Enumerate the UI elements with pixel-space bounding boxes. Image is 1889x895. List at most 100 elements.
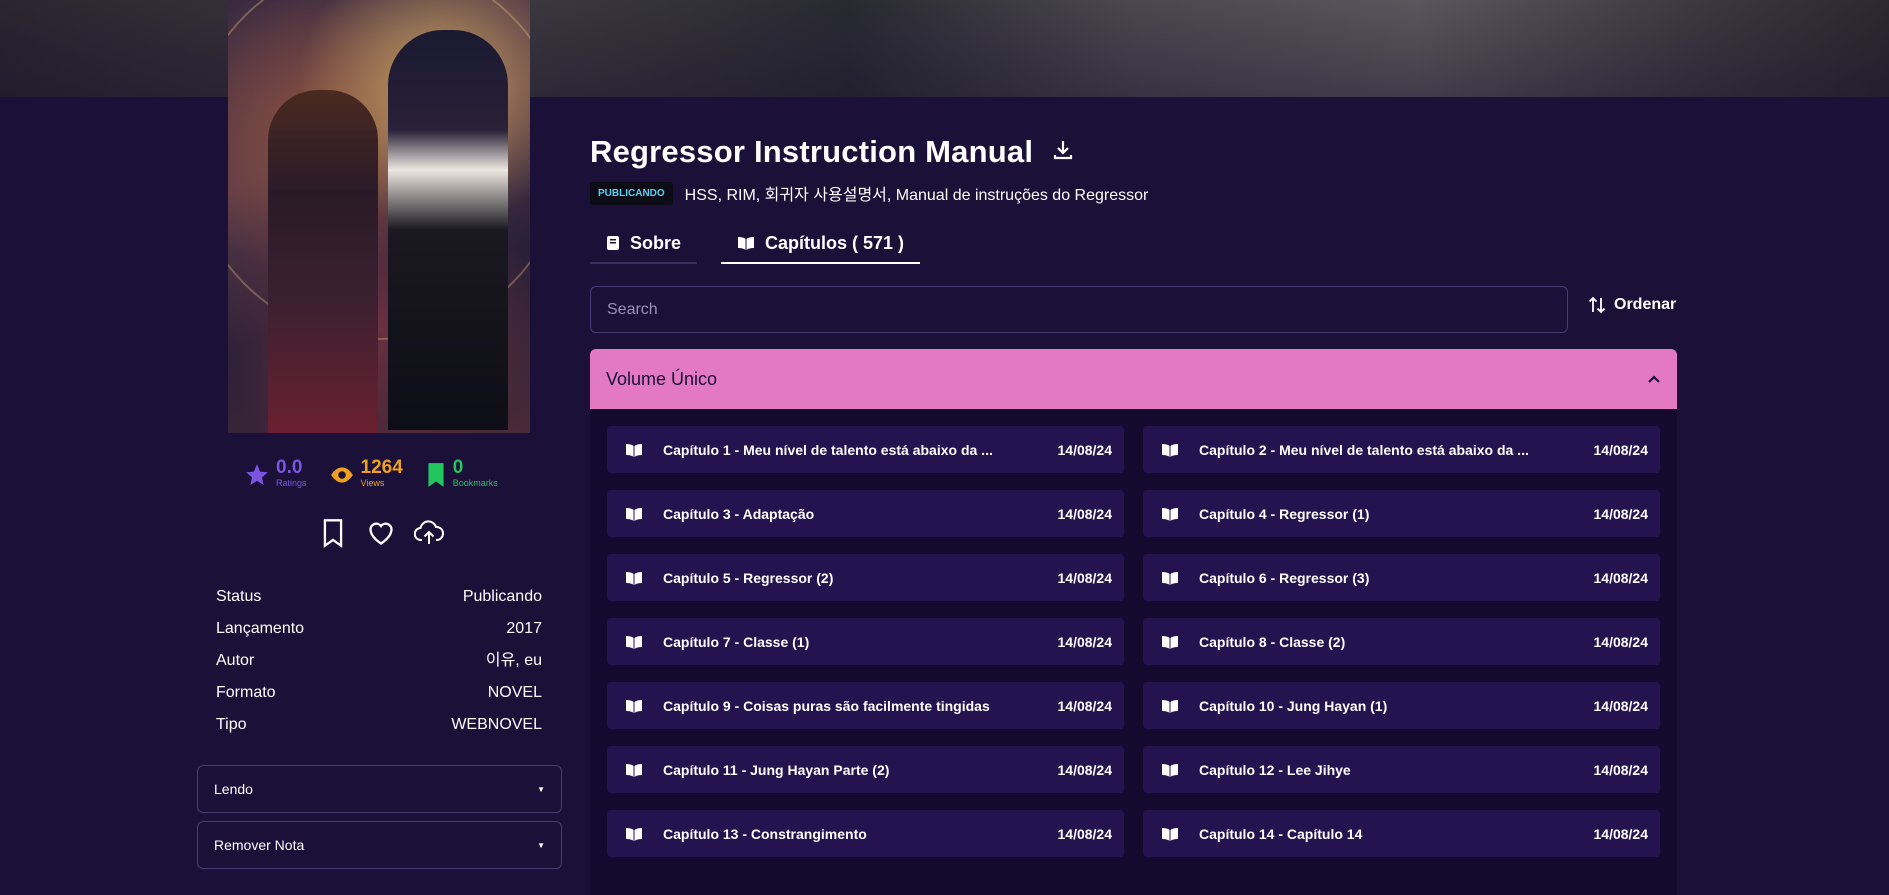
search-input[interactable]: [590, 286, 1568, 333]
chapter-title: Capítulo 7 - Classe (1): [663, 633, 810, 650]
chapter-item[interactable]: Capítulo 8 - Classe (2) 14/08/24: [1143, 618, 1660, 665]
tab-chapters-label: Capítulos ( 571 ): [765, 232, 905, 253]
chapter-date: 14/08/24: [1057, 633, 1113, 650]
chapter-title: Capítulo 14 - Capítulo 14: [1199, 825, 1363, 842]
open-book-icon: [1162, 571, 1178, 585]
cover-image[interactable]: [228, 0, 530, 433]
chapter-icon: [1161, 506, 1181, 522]
open-book-icon: [626, 635, 642, 649]
chapter-item[interactable]: Capítulo 5 - Regressor (2) 14/08/24: [607, 554, 1124, 601]
chapter-date: 14/08/24: [1057, 505, 1113, 522]
favorite-button[interactable]: [366, 518, 396, 548]
info-value: 이유, eu: [485, 652, 542, 669]
chapter-icon: [625, 762, 645, 778]
chapter-date: 14/08/24: [1057, 441, 1113, 458]
upload-button[interactable]: [414, 518, 444, 548]
stats-bar: 0.0 Ratings 1264 Views 0 Bookmarks: [244, 458, 514, 492]
open-book-icon: [626, 443, 642, 457]
bookmark-add-button[interactable]: [318, 518, 348, 548]
info-value: 2017: [506, 620, 542, 637]
title-row: Regressor Instruction Manual: [590, 134, 1075, 170]
sort-label: Ordenar: [1614, 296, 1677, 313]
info-row-release: Lançamento 2017: [216, 616, 542, 648]
chapter-icon: [625, 506, 645, 522]
stat-bookmarks: 0 Bookmarks: [425, 458, 498, 492]
chapter-title: Capítulo 5 - Regressor (2): [663, 569, 834, 586]
chapter-item[interactable]: Capítulo 10 - Jung Hayan (1) 14/08/24: [1143, 682, 1660, 729]
volume-header[interactable]: Volume Único: [590, 349, 1677, 409]
chapter-title: Capítulo 4 - Regressor (1): [1199, 505, 1370, 522]
chapter-item[interactable]: Capítulo 14 - Capítulo 14 14/08/24: [1143, 810, 1660, 857]
info-value: WEBNOVEL: [451, 716, 542, 733]
chapter-item[interactable]: Capítulo 13 - Constrangimento 14/08/24: [607, 810, 1124, 857]
chapter-title: Capítulo 9 - Coisas puras são facilmente…: [663, 697, 990, 714]
info-row-type: Tipo WEBNOVEL: [216, 712, 542, 744]
ratings-label: Ratings: [276, 478, 307, 488]
sort-button[interactable]: Ordenar: [1588, 296, 1676, 314]
chapter-item[interactable]: Capítulo 6 - Regressor (3) 14/08/24: [1143, 554, 1660, 601]
stat-ratings: 0.0 Ratings: [244, 458, 307, 492]
chapter-icon: [625, 634, 645, 650]
subtitle-row: PUBLICANDO HSS, RIM, 회귀자 사용설명서, Manual d…: [590, 181, 1148, 205]
chapter-date: 14/08/24: [1593, 505, 1649, 522]
reading-status-select[interactable]: Lendo ▼: [197, 765, 562, 813]
chapter-date: 14/08/24: [1593, 633, 1649, 650]
chapter-item[interactable]: Capítulo 2 - Meu nível de talento está a…: [1143, 426, 1660, 473]
tab-bar: Sobre Capítulos ( 571 ): [590, 224, 921, 264]
chapter-item[interactable]: Capítulo 12 - Lee Jihye 14/08/24: [1143, 746, 1660, 793]
cloud-upload-icon: [414, 520, 444, 544]
download-button[interactable]: [1051, 138, 1075, 167]
open-book-icon: [626, 763, 642, 777]
open-book-icon: [626, 699, 642, 713]
chapter-date: 14/08/24: [1593, 569, 1649, 586]
chapter-title: Capítulo 6 - Regressor (3): [1199, 569, 1370, 586]
chapter-icon: [1161, 762, 1181, 778]
info-value: NOVEL: [487, 684, 542, 701]
info-list: Status Publicando Lançamento 2017 Autor …: [216, 584, 542, 744]
chapter-title: Capítulo 12 - Lee Jihye: [1199, 761, 1351, 778]
chapter-icon: [625, 698, 645, 714]
page-title: Regressor Instruction Manual: [590, 134, 1034, 169]
chapter-title: Capítulo 2 - Meu nível de talento está a…: [1199, 441, 1529, 458]
rating-select-value: Remover Nota: [214, 837, 305, 853]
eye-icon: [330, 467, 353, 483]
open-book-icon: [1162, 443, 1178, 457]
reading-status-value: Lendo: [214, 781, 253, 797]
chapter-icon: [625, 442, 645, 458]
chapter-item[interactable]: Capítulo 7 - Classe (1) 14/08/24: [607, 618, 1124, 665]
bookmarks-label: Bookmarks: [452, 478, 498, 488]
chapter-date: 14/08/24: [1593, 825, 1649, 842]
open-book-icon: [1162, 827, 1178, 841]
chapter-item[interactable]: Capítulo 1 - Meu nível de talento está a…: [607, 426, 1124, 473]
chapter-date: 14/08/24: [1057, 569, 1113, 586]
caret-down-icon: ▼: [537, 784, 545, 794]
open-book-icon: [626, 507, 642, 521]
chapter-item[interactable]: Capítulo 11 - Jung Hayan Parte (2) 14/08/…: [607, 746, 1124, 793]
sort-arrows-icon: [1588, 296, 1606, 314]
chapter-icon: [625, 570, 645, 586]
tab-chapters[interactable]: Capítulos ( 571 ): [721, 224, 921, 264]
chapter-date: 14/08/24: [1057, 761, 1113, 778]
views-label: Views: [360, 478, 385, 488]
volume-title: Volume Único: [606, 368, 718, 389]
chapter-item[interactable]: Capítulo 9 - Coisas puras são facilmente…: [607, 682, 1124, 729]
views-value: 1264: [360, 457, 403, 478]
chapter-item[interactable]: Capítulo 3 - Adaptação 14/08/24: [607, 490, 1124, 537]
chapter-icon: [1161, 826, 1181, 842]
open-book-icon: [738, 237, 755, 250]
chapter-title: Capítulo 3 - Adaptação: [663, 505, 815, 522]
tab-about[interactable]: Sobre: [590, 224, 698, 264]
chapter-title: Capítulo 1 - Meu nível de talento está a…: [663, 441, 993, 458]
stat-views: 1264 Views: [329, 458, 403, 492]
chapter-icon: [1161, 634, 1181, 650]
rating-select[interactable]: Remover Nota ▼: [197, 821, 562, 869]
chapter-title: Capítulo 13 - Constrangimento: [663, 825, 867, 842]
chapter-date: 14/08/24: [1057, 697, 1113, 714]
chapter-date: 14/08/24: [1593, 761, 1649, 778]
status-badge: PUBLICANDO: [590, 181, 673, 205]
chapter-item[interactable]: Capítulo 4 - Regressor (1) 14/08/24: [1143, 490, 1660, 537]
open-book-icon: [1162, 763, 1178, 777]
bookmark-outline-icon: [323, 519, 343, 548]
chapter-title: Capítulo 8 - Classe (2): [1199, 633, 1346, 650]
open-book-icon: [626, 827, 642, 841]
